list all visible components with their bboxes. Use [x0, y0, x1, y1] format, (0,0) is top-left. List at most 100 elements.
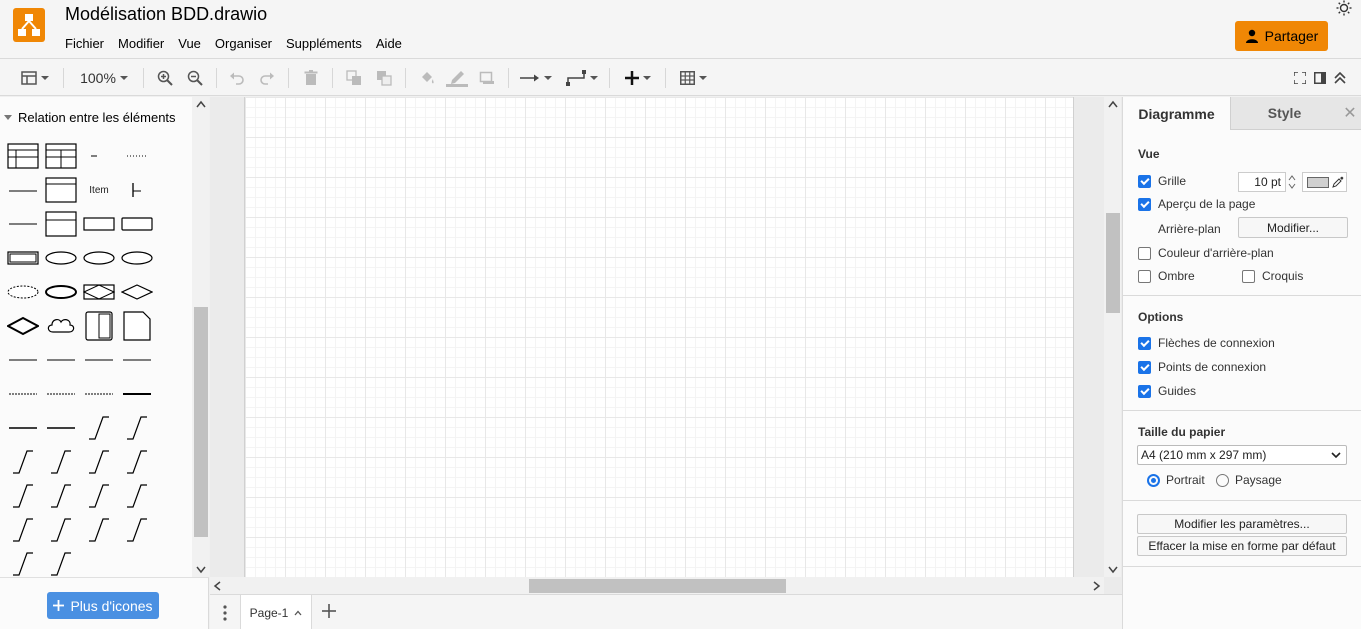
- shape-elbow-4[interactable]: [44, 447, 78, 477]
- sidebar-scroll-thumb[interactable]: [194, 307, 208, 537]
- document-title[interactable]: Modélisation BDD.drawio: [65, 4, 267, 25]
- shape-item[interactable]: Item: [82, 175, 116, 205]
- menu-organiser[interactable]: Organiser: [208, 34, 279, 53]
- grid-size-stepper[interactable]: [1286, 172, 1298, 192]
- shape-container[interactable]: [82, 311, 116, 341]
- guides-row[interactable]: Guides: [1138, 384, 1196, 398]
- sidebar-scrollbar[interactable]: [192, 97, 209, 577]
- edit-data-button[interactable]: Modifier les paramètres...: [1137, 514, 1347, 534]
- connection-arrows-checkbox[interactable]: [1138, 336, 1151, 350]
- clear-default-style-button[interactable]: Effacer la mise en forme par défaut: [1137, 536, 1347, 556]
- grid-checkbox-row[interactable]: Grille: [1138, 174, 1186, 188]
- waypoints-button[interactable]: [564, 67, 600, 89]
- shape-relation-10[interactable]: [44, 413, 78, 443]
- grid-color-picker[interactable]: [1302, 172, 1347, 192]
- shadow-row[interactable]: Ombre: [1138, 269, 1195, 283]
- shape-identifying-relationship[interactable]: [6, 311, 40, 341]
- page-menu-icon[interactable]: [220, 603, 230, 623]
- close-icon[interactable]: ✕: [1338, 97, 1361, 130]
- grid-size-input[interactable]: 10 pt: [1238, 172, 1286, 192]
- shape-elbow-6[interactable]: [120, 447, 154, 477]
- connection-style-button[interactable]: [518, 67, 554, 89]
- sketch-row[interactable]: Croquis: [1242, 269, 1303, 283]
- line-color-button[interactable]: [446, 67, 468, 89]
- shape-list[interactable]: [44, 175, 78, 205]
- shape-elbow-11[interactable]: [6, 515, 40, 545]
- shape-relation-1[interactable]: [6, 345, 40, 375]
- more-shapes-button[interactable]: Plus d'icones: [47, 592, 159, 619]
- shape-relation-2[interactable]: [44, 345, 78, 375]
- redo-button[interactable]: [257, 67, 277, 89]
- menu-vue[interactable]: Vue: [171, 34, 208, 53]
- to-front-button[interactable]: [344, 67, 364, 89]
- shape-elbow-10[interactable]: [120, 481, 154, 511]
- shape-elbow-15[interactable]: [6, 549, 40, 579]
- shape-attribute[interactable]: [44, 243, 78, 273]
- menu-fichier[interactable]: Fichier: [58, 34, 111, 53]
- canvas-vertical-thumb[interactable]: [1106, 213, 1120, 313]
- shape-elbow-2[interactable]: [120, 413, 154, 443]
- table-button[interactable]: [676, 67, 710, 89]
- shape-entity[interactable]: [82, 209, 116, 239]
- guides-checkbox[interactable]: [1138, 384, 1151, 398]
- zoom-out-button[interactable]: [185, 67, 205, 89]
- shadow-checkbox[interactable]: [1138, 269, 1151, 283]
- connection-points-row[interactable]: Points de connexion: [1138, 360, 1266, 374]
- background-edit-button[interactable]: Modifier...: [1238, 217, 1348, 238]
- menu-supplements[interactable]: Suppléments: [279, 34, 369, 53]
- scroll-up-icon[interactable]: [1108, 100, 1118, 108]
- to-back-button[interactable]: [374, 67, 394, 89]
- grid-checkbox[interactable]: [1138, 174, 1151, 188]
- shape-elbow-9[interactable]: [82, 481, 116, 511]
- shape-elbow-1[interactable]: [82, 413, 116, 443]
- scroll-left-icon[interactable]: [213, 581, 221, 591]
- connection-points-checkbox[interactable]: [1138, 360, 1151, 374]
- chevron-up-icon[interactable]: [294, 610, 302, 616]
- scroll-up-icon[interactable]: [196, 100, 206, 108]
- shape-associative-entity[interactable]: [82, 277, 116, 307]
- portrait-row[interactable]: Portrait: [1147, 473, 1205, 487]
- shape-line-label[interactable]: [6, 175, 40, 205]
- shape-relation-8[interactable]: [120, 379, 154, 409]
- diagram-canvas[interactable]: [210, 97, 1122, 594]
- shape-elbow-12[interactable]: [44, 515, 78, 545]
- shape-elbow-16[interactable]: [44, 549, 78, 579]
- background-color-checkbox[interactable]: [1138, 246, 1151, 260]
- undo-button[interactable]: [227, 67, 247, 89]
- insert-button[interactable]: [620, 67, 656, 89]
- delete-button[interactable]: [301, 67, 321, 89]
- shape-relation-5[interactable]: [6, 379, 40, 409]
- tab-style[interactable]: Style: [1230, 97, 1338, 130]
- sun-icon[interactable]: [1336, 0, 1352, 16]
- shape-attribute-3[interactable]: [120, 243, 154, 273]
- shape-attribute-2[interactable]: [82, 243, 116, 273]
- fullscreen-button[interactable]: [1292, 67, 1308, 89]
- scroll-down-icon[interactable]: [196, 566, 206, 574]
- background-color-row[interactable]: Couleur d'arrière-plan: [1138, 246, 1274, 260]
- fill-color-button[interactable]: [417, 67, 437, 89]
- diagram-page[interactable]: [244, 97, 1074, 577]
- shape-elbow-5[interactable]: [82, 447, 116, 477]
- shadow-button[interactable]: [477, 67, 497, 89]
- shape-elbow-14[interactable]: [120, 515, 154, 545]
- zoom-dropdown[interactable]: 100%: [76, 67, 132, 89]
- shape-entity-2[interactable]: [120, 209, 154, 239]
- shape-elbow-8[interactable]: [44, 481, 78, 511]
- shape-section-header[interactable]: Relation entre les éléments: [0, 107, 176, 127]
- view-panels-button[interactable]: [18, 67, 52, 89]
- portrait-radio[interactable]: [1147, 473, 1160, 487]
- shape-relation-9[interactable]: [6, 413, 40, 443]
- shape-elbow-3[interactable]: [6, 447, 40, 477]
- shape-table[interactable]: [6, 141, 40, 171]
- shape-relation-6[interactable]: [44, 379, 78, 409]
- canvas-vertical-scrollbar[interactable]: [1104, 97, 1121, 577]
- connection-arrows-row[interactable]: Flèches de connexion: [1138, 336, 1275, 350]
- shape-note[interactable]: [120, 311, 154, 341]
- menu-aide[interactable]: Aide: [369, 34, 409, 53]
- collapse-toolbar-button[interactable]: [1332, 67, 1348, 89]
- page-view-row[interactable]: Aperçu de la page: [1138, 197, 1255, 211]
- paper-size-select[interactable]: A4 (210 mm x 297 mm): [1137, 445, 1347, 465]
- sketch-checkbox[interactable]: [1242, 269, 1255, 283]
- landscape-radio[interactable]: [1216, 473, 1229, 487]
- shape-derived-attribute[interactable]: [6, 277, 40, 307]
